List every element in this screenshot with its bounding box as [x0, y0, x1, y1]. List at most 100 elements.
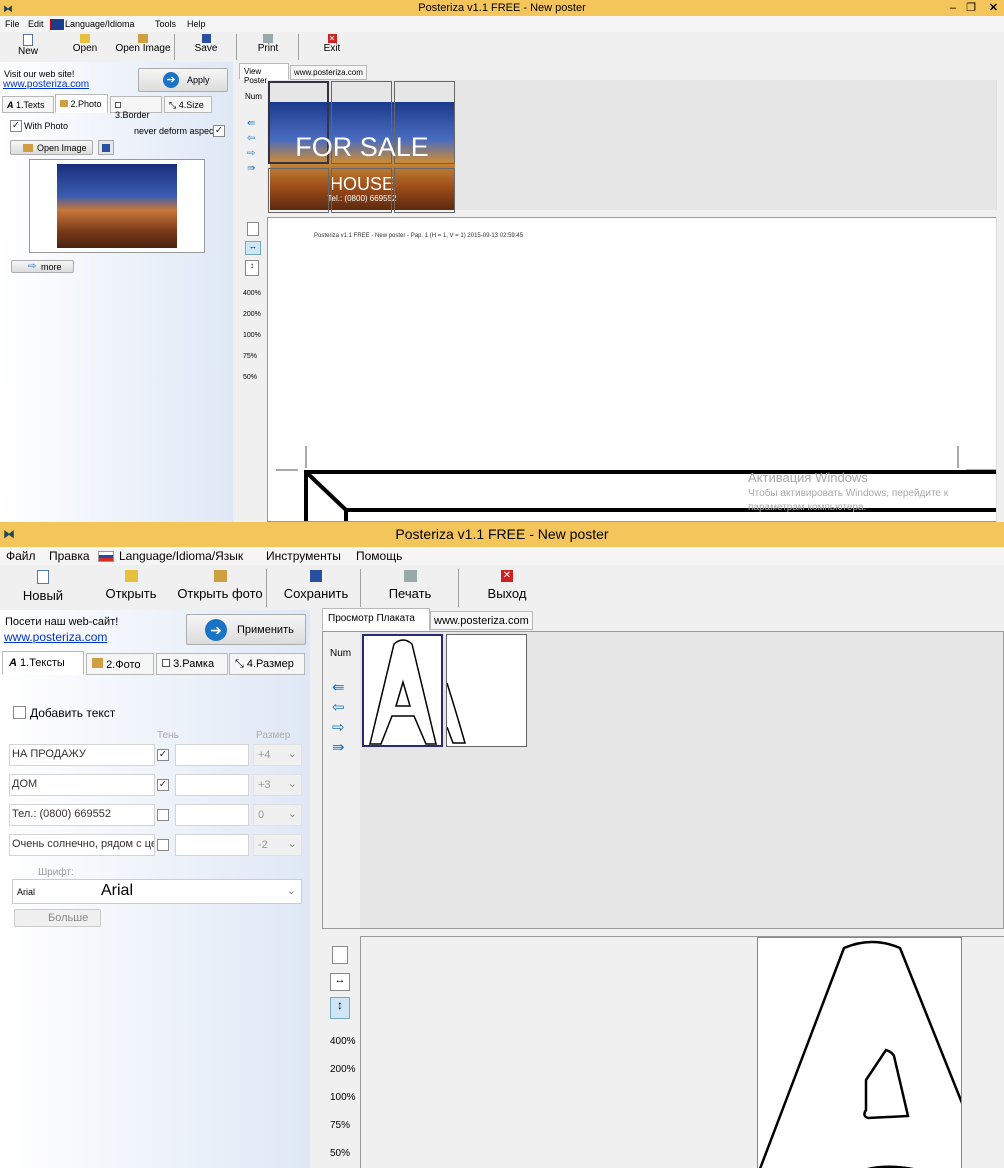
- text-line-2-shadow-color[interactable]: [175, 774, 249, 796]
- open-image-panel-button[interactable]: Open Image: [10, 140, 93, 155]
- text-line-3-input[interactable]: Тел.: (0800) 669552: [9, 804, 155, 826]
- tab-website[interactable]: www.posteriza.com: [430, 611, 533, 630]
- text-line-2-input[interactable]: ДОМ: [9, 774, 155, 796]
- thumb-page[interactable]: [268, 168, 329, 213]
- page-scrollbar[interactable]: [996, 217, 1004, 522]
- thumb-page[interactable]: [331, 168, 392, 213]
- tab-texts[interactable]: A 1.Тексты: [2, 651, 84, 675]
- border-icon: [162, 659, 170, 667]
- save-button[interactable]: Сохранить: [278, 570, 354, 601]
- text-line-4-size-select[interactable]: -2 ⌄: [253, 834, 302, 856]
- close-icon[interactable]: ✕: [989, 0, 998, 16]
- zoom-200[interactable]: 200%: [330, 1064, 356, 1075]
- zoom-75[interactable]: 75%: [330, 1120, 350, 1131]
- save-photo-icon[interactable]: [98, 140, 114, 155]
- menu-file[interactable]: File: [5, 16, 20, 32]
- fit-width-icon[interactable]: ↔: [330, 973, 350, 991]
- thumb-page[interactable]: [362, 634, 443, 747]
- minimize-icon[interactable]: ‒: [950, 0, 956, 16]
- site-link[interactable]: www.posteriza.com: [4, 630, 107, 644]
- open-image-button[interactable]: Открыть фото: [176, 570, 264, 601]
- with-photo-checkbox[interactable]: ✓: [10, 120, 22, 132]
- menu-tools[interactable]: Tools: [155, 16, 176, 32]
- prev-page-icon[interactable]: ⇦: [332, 698, 345, 718]
- apply-button[interactable]: ➔ Применить: [186, 614, 306, 645]
- tab-border[interactable]: 3.Рамка: [156, 653, 228, 675]
- text-line-1-input[interactable]: НА ПРОДАЖУ: [9, 744, 155, 766]
- fit-width-icon[interactable]: ↔: [245, 241, 261, 255]
- zoom-400[interactable]: 400%: [243, 290, 261, 297]
- more-button[interactable]: ⇨ more: [11, 260, 74, 273]
- text-line-3-size-select[interactable]: 0 ⌄: [253, 804, 302, 826]
- open-button[interactable]: Открыть: [100, 570, 162, 601]
- font-select[interactable]: Arial Arial ⌄: [12, 879, 302, 904]
- last-page-icon[interactable]: ⇛: [247, 161, 255, 176]
- tab-website[interactable]: www.posteriza.com: [290, 65, 367, 80]
- open-button[interactable]: Open: [65, 34, 105, 54]
- arrow-right-icon: ➔: [205, 619, 227, 641]
- text-line-4-input[interactable]: Очень солнечно, рядом с це: [9, 834, 155, 856]
- menu-help[interactable]: Помощь: [356, 547, 402, 565]
- fit-height-icon[interactable]: ↕: [330, 997, 350, 1019]
- more-button[interactable]: Больше: [14, 909, 101, 927]
- print-button[interactable]: Print: [248, 34, 288, 54]
- first-page-icon[interactable]: ⇚: [332, 678, 345, 698]
- open-image-button[interactable]: Open Image: [114, 34, 172, 54]
- tab-photo[interactable]: 2.Фото: [86, 653, 154, 675]
- text-line-4-shadow-checkbox[interactable]: [157, 839, 169, 851]
- next-page-icon[interactable]: ⇨: [247, 146, 255, 161]
- zoom-100[interactable]: 100%: [330, 1092, 356, 1103]
- text-line-1-shadow-color[interactable]: [175, 744, 249, 766]
- tab-texts[interactable]: A 1.Texts: [2, 96, 54, 113]
- site-link[interactable]: www.posteriza.com: [3, 79, 89, 90]
- top-title-bar: ⧓ Posteriza v1.1 FREE - New poster ‒ ❐ ✕: [0, 0, 1004, 16]
- text-line-4-shadow-color[interactable]: [175, 834, 249, 856]
- next-page-icon[interactable]: ⇨: [332, 718, 345, 738]
- print-button[interactable]: Печать: [380, 570, 440, 601]
- prev-page-icon[interactable]: ⇦: [247, 131, 255, 146]
- zoom-200[interactable]: 200%: [243, 311, 261, 318]
- menu-file[interactable]: Файл: [6, 547, 36, 565]
- text-line-3-shadow-color[interactable]: [175, 804, 249, 826]
- text-line-2-shadow-checkbox[interactable]: ✓: [157, 779, 169, 791]
- exit-button[interactable]: ✕ Выход: [478, 570, 536, 601]
- last-page-icon[interactable]: ⇛: [332, 738, 345, 758]
- menu-language[interactable]: Language/Idioma: [65, 16, 135, 32]
- fit-page-icon[interactable]: [247, 222, 259, 236]
- new-button[interactable]: New: [8, 34, 48, 57]
- tab-size[interactable]: ⤡ 4.Размер: [229, 653, 305, 675]
- add-text-checkbox[interactable]: [13, 706, 26, 719]
- menu-edit[interactable]: Правка: [49, 547, 90, 565]
- text-line-3-shadow-checkbox[interactable]: [157, 809, 169, 821]
- menu-edit[interactable]: Edit: [28, 16, 44, 32]
- menu-language[interactable]: Language/Idioma/Язык: [119, 547, 243, 565]
- zoom-75[interactable]: 75%: [243, 353, 257, 360]
- text-line-2-size-select[interactable]: +3 ⌄: [253, 774, 302, 796]
- menu-help[interactable]: Help: [187, 16, 206, 32]
- tab-view-poster[interactable]: View Poster: [239, 63, 289, 85]
- first-page-icon[interactable]: ⇚: [247, 116, 255, 131]
- tab-border[interactable]: 3.Border: [110, 96, 162, 120]
- zoom-400[interactable]: 400%: [330, 1036, 356, 1047]
- exit-button[interactable]: ✕ Exit: [312, 34, 352, 54]
- fit-height-icon[interactable]: ↕: [245, 260, 259, 276]
- apply-button[interactable]: ➔ Apply: [138, 68, 228, 92]
- zoom-50[interactable]: 50%: [330, 1148, 350, 1159]
- zoom-100[interactable]: 100%: [243, 332, 261, 339]
- restore-icon[interactable]: ❐: [966, 0, 976, 16]
- zoom-50[interactable]: 50%: [243, 374, 257, 381]
- tab-photo[interactable]: 2.Photo: [55, 94, 108, 113]
- menu-tools[interactable]: Инструменты: [266, 547, 341, 565]
- fit-page-icon[interactable]: [332, 946, 348, 964]
- text-line-1-size-select[interactable]: +4 ⌄: [253, 744, 302, 766]
- thumb-page[interactable]: [394, 168, 455, 213]
- never-deform-checkbox[interactable]: ✓: [213, 125, 225, 137]
- visit-label: Посети наш web-сайт!: [5, 616, 119, 628]
- save-button[interactable]: Save: [186, 34, 226, 54]
- text-line-1-shadow-checkbox[interactable]: ✓: [157, 749, 169, 761]
- new-button[interactable]: Новый: [16, 570, 70, 603]
- tab-view-poster[interactable]: Просмотр Плаката: [322, 608, 430, 631]
- thumb-page[interactable]: [446, 634, 527, 747]
- thumbs-scrollbar[interactable]: [996, 80, 1004, 210]
- tab-size[interactable]: ⤡ 4.Size: [164, 96, 212, 113]
